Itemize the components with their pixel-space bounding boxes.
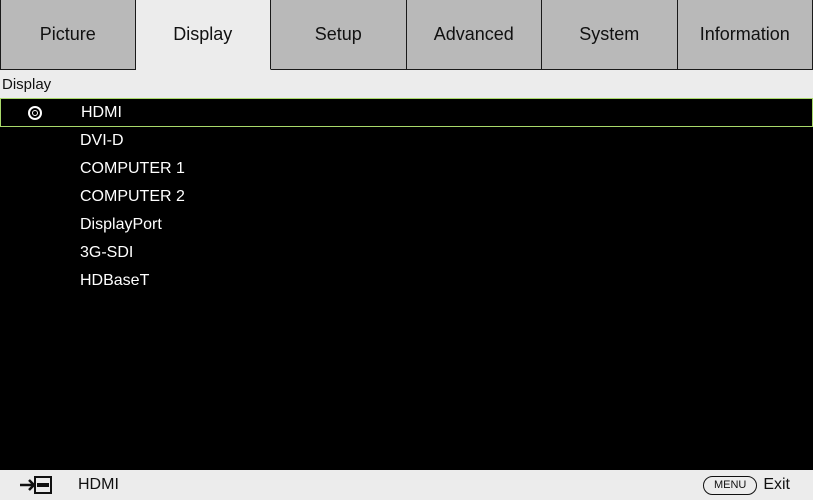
breadcrumb-label: Display <box>2 75 52 93</box>
input-item-dvi-d[interactable]: DVI-D <box>0 127 813 155</box>
input-item-computer-1[interactable]: COMPUTER 1 <box>0 155 813 183</box>
selected-radio-icon <box>28 105 42 120</box>
input-list: HDMI DVI-D COMPUTER 1 COMPUTER 2 Display… <box>0 98 813 470</box>
exit-label: Exit <box>763 476 790 493</box>
status-footer: HDMI MENU Exit <box>0 470 813 500</box>
tab-picture[interactable]: Picture <box>0 0 136 70</box>
input-label: HDMI <box>81 103 122 121</box>
input-label: DVI-D <box>80 132 124 149</box>
input-label: COMPUTER 1 <box>80 160 185 177</box>
tab-information[interactable]: Information <box>677 0 813 70</box>
input-label: HDBaseT <box>80 272 150 289</box>
input-label: COMPUTER 2 <box>80 188 185 205</box>
input-item-3g-sdi[interactable]: 3G-SDI <box>0 239 813 267</box>
current-source-label: HDMI <box>78 476 119 493</box>
tab-display[interactable]: Display <box>135 0 271 70</box>
input-item-computer-2[interactable]: COMPUTER 2 <box>0 183 813 211</box>
input-item-displayport[interactable]: DisplayPort <box>0 211 813 239</box>
input-label: 3G-SDI <box>80 244 134 261</box>
tab-setup[interactable]: Setup <box>271 0 407 70</box>
input-item-hdmi[interactable]: HDMI <box>0 98 813 127</box>
tab-advanced[interactable]: Advanced <box>406 0 542 70</box>
menu-key-icon[interactable]: MENU <box>702 475 758 495</box>
tab-system[interactable]: System <box>542 0 678 70</box>
osd-menu: Picture Display Setup Advanced System In… <box>0 0 813 500</box>
input-label: DisplayPort <box>80 216 162 233</box>
menu-tab-bar: Picture Display Setup Advanced System In… <box>0 0 813 70</box>
input-item-hdbaset[interactable]: HDBaseT <box>0 267 813 295</box>
input-source-icon <box>20 475 54 495</box>
breadcrumb: Display <box>0 70 813 98</box>
